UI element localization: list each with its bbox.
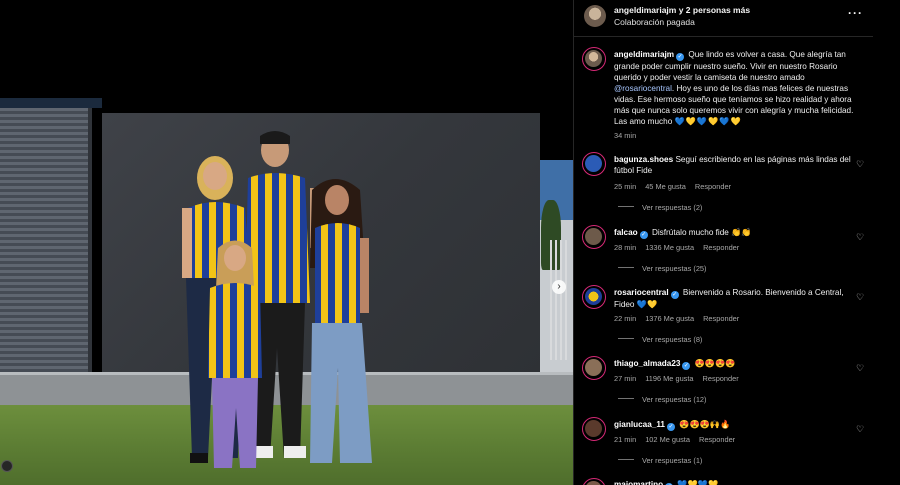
comment-likes[interactable]: 1336 Me gusta [645, 243, 694, 252]
view-replies-button[interactable]: Ver respuestas (25) [618, 264, 707, 273]
comment-body: Disfrútalo mucho fide 👏👏 [651, 228, 752, 237]
comment-username[interactable]: majomartino [614, 480, 663, 485]
comment-meta: 22 min 1376 Me gusta Responder [614, 314, 748, 323]
comment-likes[interactable]: 1376 Me gusta [645, 314, 694, 323]
reply-button[interactable]: Responder [703, 314, 739, 323]
post-author-link[interactable]: angeldimariajm y 2 personas más [614, 5, 750, 15]
comment-likes[interactable]: 45 Me gusta [645, 182, 686, 191]
reply-button[interactable]: Responder [695, 182, 731, 191]
comment-text: gianlucaa_11 ✓ 😍😍😍🙌🔥 [614, 419, 854, 431]
comment-body: 😍😍😍🙌🔥 [679, 420, 731, 429]
comment-time: 21 min [614, 435, 637, 444]
comment-avatar[interactable] [582, 478, 606, 485]
comment-username[interactable]: falcao [614, 228, 638, 237]
photo-sky [0, 0, 573, 100]
comment-body: 😍😍😍😍 [694, 359, 736, 368]
comment-avatar[interactable] [582, 285, 606, 309]
verified-icon: ✓ [639, 231, 648, 239]
comment-text: majomartino✓ 💙💛💙💛 [614, 479, 854, 485]
reply-button[interactable]: Responder [703, 374, 739, 383]
view-replies-button[interactable]: Ver respuestas (1) [618, 456, 702, 465]
comment-time: 28 min [614, 243, 637, 252]
tagged-users-button[interactable] [1, 460, 13, 472]
caption-meta: 34 min [614, 131, 645, 140]
photo-fence [550, 240, 570, 360]
like-heart-icon[interactable]: ♡ [856, 159, 864, 170]
verified-icon: ✓ [670, 291, 679, 299]
comment-time: 22 min [614, 314, 637, 323]
reply-button[interactable]: Responder [703, 243, 739, 252]
paid-partnership-label[interactable]: Colaboración pagada [614, 17, 695, 27]
comment-username[interactable]: gianlucaa_11 [614, 420, 665, 429]
view-replies-button[interactable]: Ver respuestas (8) [618, 335, 702, 344]
like-heart-icon[interactable]: ♡ [856, 292, 864, 303]
caption-username[interactable]: angeldimariajm [614, 50, 674, 59]
comment-meta: 27 min 1196 Me gusta Responder [614, 374, 748, 383]
comment-text: thiago_almada23 ✓ 😍😍😍😍 [614, 358, 854, 370]
post-photo[interactable]: › [0, 0, 573, 485]
comment-username[interactable]: bagunza.shoes [614, 155, 673, 164]
comment-username[interactable]: rosariocentral [614, 288, 669, 297]
like-heart-icon[interactable]: ♡ [856, 363, 864, 374]
comment-text: rosariocentral ✓ Bienvenido a Rosario. Bi… [614, 287, 854, 310]
author-avatar[interactable] [584, 5, 606, 27]
next-photo-button[interactable]: › [552, 280, 566, 294]
view-replies-button[interactable]: Ver respuestas (12) [618, 395, 707, 404]
comment-username[interactable]: thiago_almada23 [614, 359, 680, 368]
verified-icon: ✓ [682, 362, 691, 370]
comment-text: bagunza.shoes Seguí escribiendo en las p… [614, 154, 854, 176]
comment-likes[interactable]: 1196 Me gusta [645, 374, 693, 383]
verified-icon: ✓ [676, 53, 685, 61]
comments-panel: angeldimariajm y 2 personas más Colabora… [573, 0, 874, 485]
comment-likes[interactable]: 102 Me gusta [645, 435, 690, 444]
caption-text: angeldimariajm ✓ Que lindo es volver a ca… [614, 49, 854, 127]
view-replies-button[interactable]: Ver respuestas (2) [618, 203, 702, 212]
comment-avatar[interactable] [582, 417, 606, 441]
mention-link[interactable]: @rosariocentral [614, 84, 672, 93]
caption-time: 34 min [614, 131, 637, 140]
caption-avatar[interactable] [582, 47, 606, 71]
family-figures [182, 131, 372, 468]
caption-emojis: 💙💛💙💛💙💛 [674, 117, 742, 126]
comment-avatar[interactable] [582, 225, 606, 249]
reply-button[interactable]: Responder [699, 435, 735, 444]
comment-meta: 21 min 102 Me gusta Responder [614, 435, 744, 444]
comment-time: 27 min [614, 374, 637, 383]
comment-time: 25 min [614, 182, 637, 191]
more-options-icon[interactable]: ··· [848, 6, 863, 20]
comment-body: 💙💛💙💛 [677, 480, 719, 485]
post-header: angeldimariajm y 2 personas más Colabora… [574, 0, 874, 37]
comment-text: falcao ✓ Disfrútalo mucho fide 👏👏 [614, 227, 854, 239]
photo-roof [0, 98, 102, 108]
like-heart-icon[interactable]: ♡ [856, 424, 864, 435]
like-heart-icon[interactable]: ♡ [856, 232, 864, 243]
photo-shutter [0, 108, 92, 376]
comment-meta: 25 min 45 Me gusta Responder [614, 182, 740, 191]
comment-meta: 28 min 1336 Me gusta Responder [614, 243, 748, 252]
comment-avatar[interactable] [582, 356, 606, 380]
window-right-margin [873, 0, 900, 485]
verified-icon: ✓ [666, 423, 675, 431]
comment-avatar[interactable] [582, 152, 606, 176]
